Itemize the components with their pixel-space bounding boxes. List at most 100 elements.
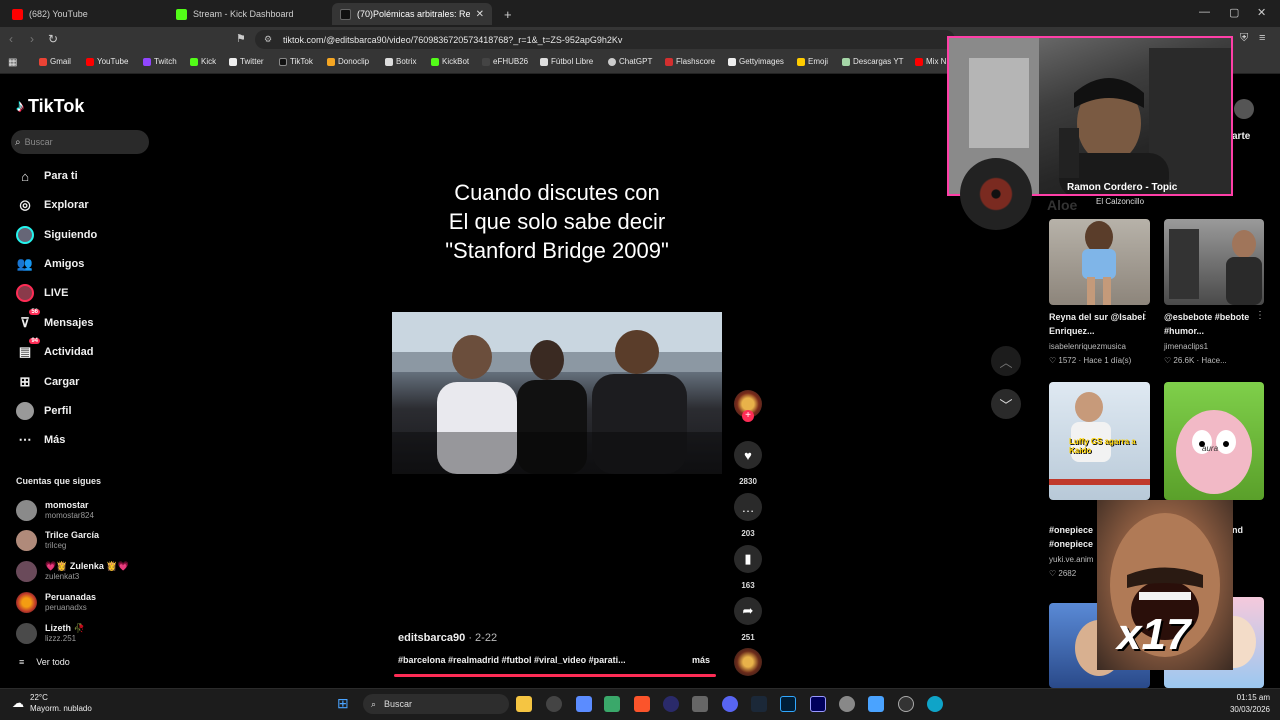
related-video-thumb[interactable]: aura — [1164, 382, 1264, 500]
related-video-thumb[interactable] — [1164, 219, 1264, 305]
reload-icon[interactable]: ↻ — [48, 32, 58, 46]
taskbar-search[interactable]: ⌕ Buscar — [363, 694, 509, 714]
following-account[interactable]: 💗👸 Zulenka 👸💗 zulenkat3 — [16, 558, 129, 584]
minimize-icon[interactable]: — — [1199, 6, 1210, 18]
bookmark-twitch[interactable]: Twitch — [143, 57, 177, 66]
bookmark-efhub[interactable]: eFHUB26 — [482, 57, 528, 66]
settings-icon[interactable] — [839, 696, 855, 712]
calculator-icon[interactable] — [692, 696, 708, 712]
account-avatar-icon[interactable] — [1234, 99, 1254, 119]
list-icon: ≡ — [19, 657, 25, 667]
see-all-link[interactable]: ≡ Ver todo — [19, 657, 70, 667]
window-close-icon[interactable]: ✕ — [1257, 6, 1266, 19]
more-options-icon[interactable]: ⋮ — [1255, 310, 1265, 321]
following-account[interactable]: momostar momostar824 — [16, 497, 94, 523]
file-explorer-icon[interactable] — [516, 696, 532, 712]
tab-tiktok[interactable]: (70)Polémicas arbitrales: Real M… ✕ — [332, 3, 492, 25]
premiere-icon[interactable] — [810, 696, 826, 712]
notepad-icon[interactable] — [868, 696, 884, 712]
nav-mensajes[interactable]: ⊽ 56 Mensajes — [16, 309, 94, 333]
discord-icon[interactable] — [722, 696, 738, 712]
bookmark-gettyimages[interactable]: Gettyimages — [728, 57, 784, 66]
photoshop-icon[interactable] — [780, 696, 796, 712]
bookmark-kickbot[interactable]: KickBot — [431, 57, 469, 66]
like-button[interactable]: ♥ 2830 — [734, 441, 762, 486]
new-tab-button[interactable]: + — [496, 3, 516, 25]
related-video-user[interactable]: yuki.ve.anim — [1049, 555, 1093, 564]
apps-grid-icon[interactable]: ▦ — [8, 57, 17, 68]
bookmark-tiktok[interactable]: TikTok — [279, 57, 313, 66]
save-button[interactable]: ▮ 163 — [734, 545, 762, 590]
video-author[interactable]: editsbarca90 · 2-22 — [398, 632, 497, 644]
bookmark-flashscore[interactable]: Flashscore — [665, 57, 715, 66]
bookmark-gmail[interactable]: Gmail — [39, 57, 71, 66]
author-avatar[interactable]: + — [734, 390, 762, 430]
bookmark-kick[interactable]: Kick — [190, 57, 216, 66]
video-hashtags[interactable]: #barcelona #realmadrid #futbol #viral_vi… — [398, 655, 626, 665]
nav-para-ti[interactable]: ⌂ Para ti — [16, 166, 78, 186]
follow-plus-icon[interactable]: + — [742, 410, 754, 422]
nav-live[interactable]: LIVE — [16, 283, 68, 303]
media-player-icon[interactable] — [898, 696, 914, 712]
following-account[interactable]: Peruanadas peruanadxs — [16, 589, 96, 615]
related-video-thumb[interactable]: Luffy GS agarra a Kaido — [1049, 382, 1150, 500]
tab-youtube[interactable]: (682) YouTube — [4, 3, 164, 25]
bookmark-mix[interactable]: Mix N — [915, 57, 946, 66]
more-options-icon[interactable]: ⋮ — [1140, 310, 1150, 321]
system-clock[interactable]: 01:15 am 30/03/2026 — [1230, 692, 1270, 716]
windows-start-icon[interactable]: ⊞ — [337, 695, 349, 712]
tiktok-logo[interactable]: ♪ TikTok — [16, 96, 84, 117]
search-input[interactable]: ⌕ Buscar — [11, 130, 149, 154]
app-icon[interactable] — [663, 696, 679, 712]
brave-icon[interactable] — [634, 696, 650, 712]
obs-icon[interactable] — [546, 696, 562, 712]
menu-icon[interactable]: ≡ — [1259, 32, 1265, 44]
following-account[interactable]: Trilce García trilceg — [16, 527, 99, 553]
nav-mas[interactable]: ⋯ Más — [16, 430, 66, 450]
forward-icon[interactable]: › — [30, 32, 34, 46]
address-bar[interactable]: ⚙ tiktok.com/@editsbarca90/video/7609836… — [255, 30, 955, 49]
bookmark-twitter[interactable]: Twitter — [229, 57, 264, 66]
back-icon[interactable]: ‹ — [9, 32, 13, 46]
weather-widget[interactable]: ☁ 22°C Mayorm. nublado — [12, 692, 92, 714]
share-tab-partial[interactable]: arte — [1232, 131, 1250, 142]
maximize-icon[interactable]: ▢ — [1229, 6, 1239, 19]
nav-siguiendo[interactable]: Siguiendo — [16, 225, 97, 245]
bookmark-emoji[interactable]: Emoji — [797, 57, 828, 66]
video-player[interactable] — [392, 312, 722, 474]
shield-icon[interactable]: ⛨ — [1240, 32, 1248, 45]
bookmark-descargas-yt[interactable]: Descargas YT — [842, 57, 904, 66]
steam-icon[interactable] — [751, 696, 767, 712]
following-account[interactable]: Lizeth 🥀 lizzz.251 — [16, 620, 85, 646]
nav-actividad[interactable]: ▤ 94 Actividad — [16, 338, 94, 362]
related-video-title[interactable]: @esbebote #bebote #humor... — [1164, 310, 1264, 338]
edge-icon[interactable] — [927, 696, 943, 712]
scroll-up-button[interactable]: ︿ — [991, 346, 1021, 376]
music-disc[interactable] — [734, 648, 762, 676]
bookmark-page-icon[interactable]: ⚑ — [236, 32, 246, 45]
related-video-thumb[interactable] — [1049, 219, 1150, 305]
bookmark-futbol-libre[interactable]: Fútbol Libre — [540, 57, 593, 66]
heart-outline-icon: ♡ — [1164, 356, 1172, 365]
nav-cargar[interactable]: ⊞ Cargar — [16, 372, 80, 392]
nav-explorar[interactable]: ◎ Explorar — [16, 195, 88, 215]
nav-perfil[interactable]: Perfil — [16, 401, 72, 421]
comment-button[interactable]: … 203 — [734, 493, 762, 538]
bookmark-botrix[interactable]: Botrix — [385, 57, 416, 66]
bookmark-donoclip[interactable]: Donoclip — [327, 57, 369, 66]
related-video-user[interactable]: isabelenriquezmusica — [1049, 342, 1126, 351]
related-video-title[interactable]: nd — [1232, 523, 1243, 537]
tab-kick[interactable]: Stream - Kick Dashboard — [168, 3, 328, 25]
more-button[interactable]: más — [692, 655, 710, 665]
bookmark-chatgpt[interactable]: ChatGPT — [608, 57, 652, 66]
bookmark-youtube[interactable]: YouTube — [86, 57, 128, 66]
scroll-down-button[interactable]: ﹀ — [991, 389, 1021, 419]
app-icon[interactable] — [576, 696, 592, 712]
site-info-icon[interactable]: ⚙ — [264, 34, 272, 45]
related-video-user[interactable]: jimenaclips1 — [1164, 342, 1208, 351]
close-tab-icon[interactable]: ✕ — [476, 9, 484, 20]
share-button[interactable]: ➦ 251 — [734, 597, 762, 642]
video-progress-bar[interactable] — [394, 674, 716, 677]
nav-amigos[interactable]: 👥 Amigos — [16, 254, 84, 274]
app-icon[interactable] — [604, 696, 620, 712]
